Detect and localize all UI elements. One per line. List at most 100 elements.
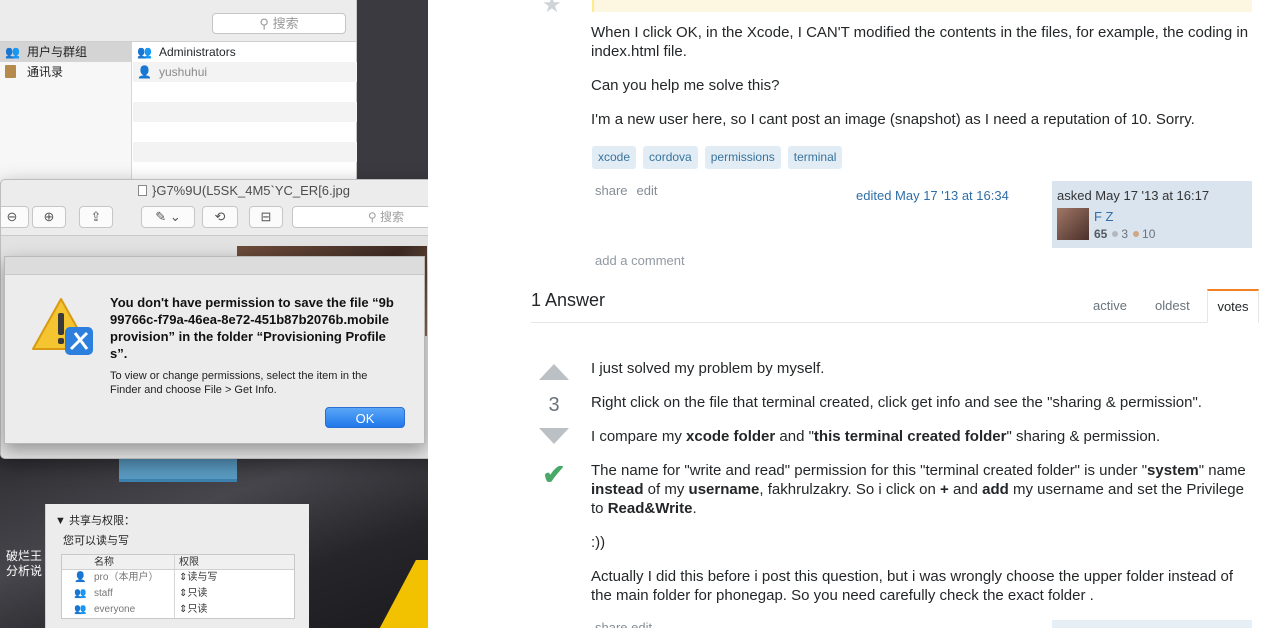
list-item[interactable]: 👤 yushuhui bbox=[133, 62, 357, 82]
zoom-out-button[interactable]: ⊖ bbox=[1, 206, 29, 228]
privilege-value: 只读 bbox=[187, 604, 208, 615]
alert-informative-text: To view or change permissions, select th… bbox=[110, 370, 368, 396]
users-search-field[interactable]: ⚲ 搜索 bbox=[212, 13, 346, 34]
permission-name: everyone bbox=[94, 604, 136, 615]
permission-alert-dialog: You don't have permission to save the fi… bbox=[4, 256, 425, 444]
answer-paragraph: I just solved my problem by myself. bbox=[591, 360, 825, 377]
desktop-file-label[interactable]: 破烂王 分析说 bbox=[6, 549, 42, 579]
edit-link[interactable]: edit bbox=[637, 183, 658, 198]
tab-active[interactable]: active bbox=[1093, 298, 1127, 313]
avatar[interactable] bbox=[1057, 208, 1089, 240]
add-comment-link[interactable]: add a comment bbox=[595, 253, 685, 268]
search-icon: ⚲ bbox=[259, 16, 273, 31]
silver-badge-icon bbox=[1112, 231, 1119, 237]
text-run: I compare my bbox=[591, 428, 687, 445]
pen-icon: ✎ bbox=[155, 209, 167, 224]
downvote-arrow-icon[interactable] bbox=[539, 428, 569, 444]
rotate-button[interactable]: ⟲ bbox=[202, 206, 238, 228]
sidebar-item-users-groups[interactable]: 👥 用户与群组 bbox=[0, 42, 131, 62]
zoom-in-button[interactable]: ⊕ bbox=[32, 206, 66, 228]
asked-timestamp: asked May 17 '13 at 16:17 bbox=[1057, 188, 1210, 203]
bold-text: instead bbox=[591, 481, 644, 498]
tab-votes[interactable]: votes bbox=[1207, 289, 1259, 323]
tab-oldest[interactable]: oldest bbox=[1155, 298, 1190, 313]
desktop: 破烂王 分析说 ⚲ 搜索 👥 用户与群组 通讯录 👥 Administrator… bbox=[0, 0, 428, 628]
window-title-text: }G7%9U(L5SK_4M5`YC_ER[6.jpg bbox=[152, 183, 350, 198]
tag-xcode[interactable]: xcode bbox=[592, 146, 637, 169]
list-row-empty bbox=[133, 142, 357, 162]
table-header: 名称 权限 bbox=[62, 555, 294, 570]
address-book-icon bbox=[5, 65, 16, 78]
get-info-panel: ▼ 共享与权限： 您可以读与写 名称 权限 👤 pro（本用户） ⇕读与写 👥 st… bbox=[45, 504, 309, 628]
accepted-check-icon: ✔ bbox=[542, 459, 566, 490]
permission-name-cell: 👥 everyone bbox=[62, 602, 175, 618]
dialog-title-bar bbox=[5, 257, 424, 275]
text-run: and bbox=[948, 481, 983, 498]
answer-paragraph: Actually I did this before i post this q… bbox=[591, 568, 1234, 604]
text-run: . bbox=[692, 500, 697, 517]
text-run: " name bbox=[1198, 462, 1246, 479]
sharing-permissions-header[interactable]: ▼ 共享与权限： bbox=[55, 512, 135, 528]
ok-button[interactable]: OK bbox=[325, 407, 405, 428]
markup-button[interactable]: ✎ ⌄ bbox=[141, 206, 195, 228]
vote-count: 3 bbox=[548, 394, 560, 416]
tag-cordova[interactable]: cordova bbox=[643, 146, 698, 169]
table-row[interactable]: 👥 staff ⇕只读 bbox=[62, 586, 294, 602]
edited-timestamp-link[interactable]: edited May 17 '13 at 16:34 bbox=[856, 188, 1009, 203]
zoom-in-icon: ⊕ bbox=[43, 209, 55, 224]
bold-text: this terminal created folder bbox=[813, 428, 1007, 445]
share-button[interactable]: ⇪ bbox=[79, 206, 113, 228]
tag-terminal[interactable]: terminal bbox=[787, 146, 843, 169]
question-paragraph: When I click OK, in the Xcode, I CAN'T m… bbox=[591, 24, 1249, 60]
table-row[interactable]: 👤 pro（本用户） ⇕读与写 bbox=[62, 570, 294, 586]
bronze-badge-icon bbox=[1133, 231, 1140, 237]
rotate-icon: ⟲ bbox=[214, 209, 226, 224]
favorite-star-icon[interactable]: ★ bbox=[542, 0, 562, 16]
preview-search-field[interactable]: ⚲ 搜索 bbox=[292, 206, 428, 228]
privilege-select[interactable]: ⇕读与写 bbox=[175, 570, 217, 586]
folder-icon[interactable] bbox=[119, 458, 237, 482]
user-name-link[interactable]: F Z bbox=[1094, 209, 1114, 224]
list-item-label: yushuhui bbox=[159, 65, 208, 79]
list-row-empty bbox=[133, 82, 357, 102]
highlighted-block bbox=[592, 0, 1252, 12]
bold-text: username bbox=[688, 481, 760, 498]
bold-text: Read&Write bbox=[607, 500, 693, 517]
share-link[interactable]: share bbox=[595, 183, 628, 198]
group-icon: 👥 bbox=[74, 588, 87, 599]
column-header-privilege[interactable]: 权限 bbox=[175, 555, 199, 569]
text-run: and " bbox=[775, 428, 814, 445]
reputation-score: 65 bbox=[1094, 227, 1108, 241]
sidebar-item-address-book[interactable]: 通讯录 bbox=[0, 62, 131, 82]
zoom-out-icon: ⊖ bbox=[6, 209, 18, 224]
window-title: }G7%9U(L5SK_4M5`YC_ER[6.jpg bbox=[1, 180, 428, 202]
answer-paragraph: The name for "write and read" permission… bbox=[591, 461, 1251, 518]
text-run: " sharing & permission. bbox=[1006, 428, 1161, 445]
permission-name: staff bbox=[94, 588, 113, 599]
edit-link[interactable]: edit bbox=[631, 620, 652, 628]
users-groups-window: ⚲ 搜索 👥 用户与群组 通讯录 👥 Administrators 👤 yush… bbox=[0, 0, 357, 183]
sidebar-item-label: 用户与群组 bbox=[27, 45, 88, 59]
warning-icon bbox=[32, 298, 93, 355]
tag-permissions[interactable]: permissions bbox=[704, 146, 781, 169]
upvote-arrow-icon[interactable] bbox=[539, 364, 569, 380]
privilege-select[interactable]: ⇕只读 bbox=[175, 586, 207, 602]
search-placeholder: 搜索 bbox=[272, 16, 299, 31]
list-item[interactable]: 👥 Administrators bbox=[133, 42, 357, 62]
permission-name: pro（本用户） bbox=[94, 572, 159, 583]
user-icon: 👤 bbox=[137, 65, 152, 79]
document-icon bbox=[138, 185, 147, 196]
answer-paragraph: :)) bbox=[591, 534, 606, 551]
toolbox-button[interactable]: ⊟ bbox=[249, 206, 283, 228]
bold-text: + bbox=[940, 481, 949, 498]
column-header-name[interactable]: 名称 bbox=[62, 555, 175, 569]
permission-summary: 您可以读与写 bbox=[63, 535, 129, 547]
answers-count-header: 1 Answer bbox=[531, 290, 606, 310]
bold-text: xcode folder bbox=[686, 428, 776, 445]
table-row[interactable]: 👥 everyone ⇕只读 bbox=[62, 602, 294, 618]
privilege-select[interactable]: ⇕只读 bbox=[175, 602, 207, 618]
text-run: , fakhrulzakry. So i click on bbox=[759, 481, 941, 498]
answer-paragraph: Right click on the file that terminal cr… bbox=[591, 394, 1202, 411]
share-link[interactable]: share bbox=[595, 620, 628, 628]
question-paragraph: Can you help me solve this? bbox=[591, 77, 780, 94]
